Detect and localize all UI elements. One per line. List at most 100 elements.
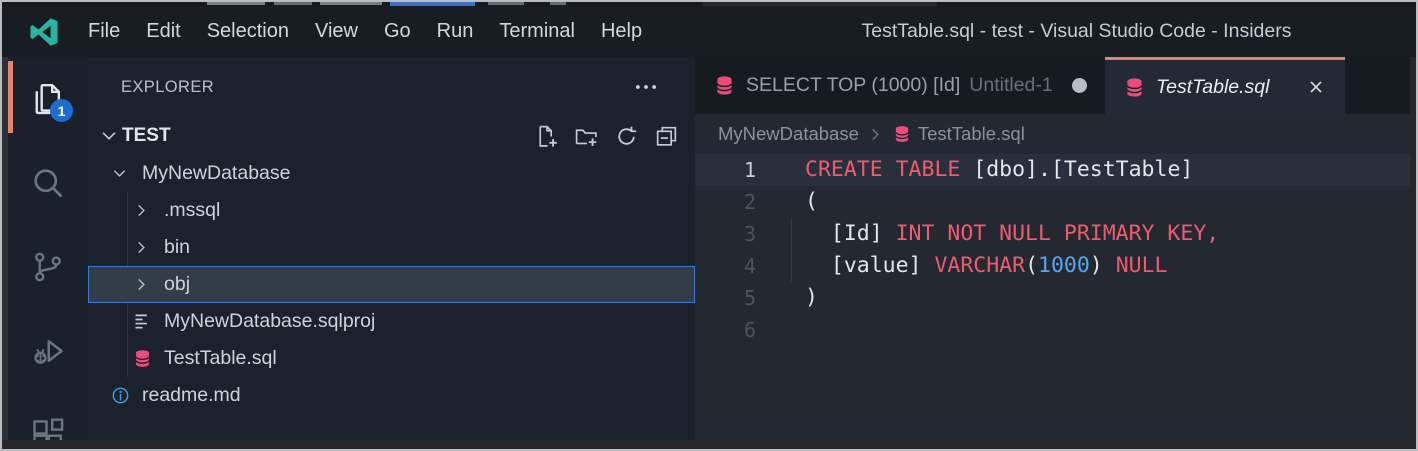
chevron-down-icon xyxy=(98,125,120,147)
database-icon xyxy=(132,348,153,369)
tree-item-mssql[interactable]: .mssql xyxy=(88,192,695,229)
token-keyword: NULL xyxy=(1116,253,1168,278)
code-text xyxy=(765,314,805,346)
tree-item-label: TestTable.sql xyxy=(164,347,277,370)
code-line-6[interactable]: 6 xyxy=(695,314,1410,346)
chevron-right-icon xyxy=(132,275,151,294)
database-icon xyxy=(132,348,157,370)
more-actions-button[interactable] xyxy=(633,74,659,100)
line-number: 5 xyxy=(695,282,765,314)
tab-detail: Untitled-1 xyxy=(969,74,1052,97)
tree-item-readme-md[interactable]: readme.md xyxy=(88,377,695,414)
code-editor[interactable]: 1CREATE TABLE [dbo].[TestTable]2(3 [Id] … xyxy=(695,154,1410,440)
run-debug-icon xyxy=(30,333,66,369)
code-line-4[interactable]: 4 [value] VARCHAR(1000) NULL xyxy=(695,250,1410,282)
breadcrumb-item-mynewdatabase[interactable]: MyNewDatabase xyxy=(718,123,859,145)
menu-terminal[interactable]: Terminal xyxy=(486,20,588,43)
badge-count: 1 xyxy=(50,99,73,122)
token-plain: [Id] xyxy=(805,221,896,246)
info-icon xyxy=(110,385,131,406)
chevron-right-icon xyxy=(132,274,157,296)
tree-item-obj[interactable]: obj xyxy=(88,266,695,303)
refresh-icon xyxy=(614,124,639,149)
tab-select-top-1000-id[interactable]: SELECT TOP (1000) [Id] Untitled-1 xyxy=(695,57,1105,114)
source-control-icon xyxy=(30,249,66,285)
menu-bar: FileEditSelectionViewGoRunTerminalHelp xyxy=(75,6,655,57)
new-file-button[interactable] xyxy=(534,124,559,149)
database-icon xyxy=(892,124,912,144)
title-bar: FileEditSelectionViewGoRunTerminalHelp T… xyxy=(2,6,1416,57)
line-number: 4 xyxy=(695,250,765,282)
background-fragment xyxy=(550,2,566,5)
code-text: ) xyxy=(765,282,818,314)
chevron-right-icon xyxy=(132,201,151,220)
tab-label: SELECT TOP (1000) [Id] xyxy=(746,74,960,97)
tree-item-label: MyNewDatabase.sqlproj xyxy=(164,310,375,333)
collapse-folders-button[interactable] xyxy=(654,124,679,149)
explorer-sidebar: EXPLORER TEST MyNewDatabase.mssqlbinobjM… xyxy=(88,57,695,440)
token-keyword: CREATE TABLE xyxy=(805,157,973,182)
token-plain: [dbo].[TestTable] xyxy=(973,157,1193,182)
tree-item-testtable-sql[interactable]: TestTable.sql xyxy=(88,340,695,377)
menu-run[interactable]: Run xyxy=(424,20,487,43)
window-title: TestTable.sql - test - Visual Studio Cod… xyxy=(747,20,1406,43)
breadcrumb-label: MyNewDatabase xyxy=(718,123,859,145)
tree-item-label: .mssql xyxy=(164,199,220,222)
menu-go[interactable]: Go xyxy=(371,20,424,43)
editor-tabs: SELECT TOP (1000) [Id] Untitled-1 TestTabl… xyxy=(695,57,1410,114)
tree-item-mynewdatabase[interactable]: MyNewDatabase xyxy=(88,155,695,192)
background-fragment xyxy=(207,2,265,5)
database-icon xyxy=(713,74,736,97)
activity-item-run-and-debug[interactable] xyxy=(8,309,88,393)
file-tree: MyNewDatabase .mssql bin obj MyNewDatabase.s… xyxy=(88,155,695,440)
workbench: 1 EXPLORER TEST MyNewDatabase .mssql bin ob… xyxy=(2,57,1416,440)
menu-help[interactable]: Help xyxy=(588,20,655,43)
background-fragment xyxy=(488,2,524,5)
background-fragment xyxy=(320,2,382,5)
tab-close-button[interactable] xyxy=(1305,76,1327,98)
token-plain: ( xyxy=(1025,253,1038,278)
vscode-insiders-logo xyxy=(29,17,59,47)
code-line-1[interactable]: 1CREATE TABLE [dbo].[TestTable] xyxy=(695,154,1410,186)
code-text: ( xyxy=(765,186,818,218)
right-edge xyxy=(1410,57,1416,440)
list-file-icon xyxy=(132,311,157,333)
new-folder-button[interactable] xyxy=(574,124,599,149)
close-icon xyxy=(1305,76,1327,98)
background-fragment xyxy=(274,2,312,5)
tree-item-label: bin xyxy=(164,236,190,259)
tab-testtable-sql[interactable]: TestTable.sql xyxy=(1105,57,1345,114)
refresh-button[interactable] xyxy=(614,124,639,149)
activity-item-explorer[interactable]: 1 xyxy=(8,57,88,141)
activity-bar: 1 xyxy=(8,57,88,440)
activity-item-extensions[interactable] xyxy=(8,393,88,440)
database-icon xyxy=(1123,76,1146,99)
activity-item-search[interactable] xyxy=(8,141,88,225)
line-number: 1 xyxy=(695,154,765,186)
code-line-5[interactable]: 5) xyxy=(695,282,1410,314)
menu-file[interactable]: File xyxy=(75,20,133,43)
token-number: 1000 xyxy=(1038,253,1090,278)
chevron-down-icon xyxy=(110,164,129,183)
breadcrumb-label: TestTable.sql xyxy=(918,123,1025,145)
code-line-2[interactable]: 2( xyxy=(695,186,1410,218)
menu-selection[interactable]: Selection xyxy=(194,20,302,43)
code-text: CREATE TABLE [dbo].[TestTable] xyxy=(765,154,1193,186)
database-icon xyxy=(713,74,736,97)
dirty-indicator[interactable] xyxy=(1072,78,1087,93)
collapse-folders-icon xyxy=(654,124,679,149)
code-line-3[interactable]: 3 [Id] INT NOT NULL PRIMARY KEY, xyxy=(695,218,1410,250)
tree-item-bin[interactable]: bin xyxy=(88,229,695,266)
section-header-test[interactable]: TEST xyxy=(88,117,695,155)
token-keyword: INT NOT NULL PRIMARY KEY, xyxy=(896,221,1220,246)
breadcrumb-item-testtable-sql[interactable]: TestTable.sql xyxy=(892,123,1025,145)
section-actions xyxy=(534,124,695,149)
line-number: 6 xyxy=(695,314,765,346)
tree-item-mynewdatabase-sqlproj[interactable]: MyNewDatabase.sqlproj xyxy=(88,303,695,340)
menu-view[interactable]: View xyxy=(302,20,371,43)
tree-item-label: readme.md xyxy=(142,384,241,407)
activity-item-source-control[interactable] xyxy=(8,225,88,309)
sidebar-header: EXPLORER xyxy=(88,57,695,117)
menu-edit[interactable]: Edit xyxy=(133,20,193,43)
token-plain: ) xyxy=(805,285,818,310)
